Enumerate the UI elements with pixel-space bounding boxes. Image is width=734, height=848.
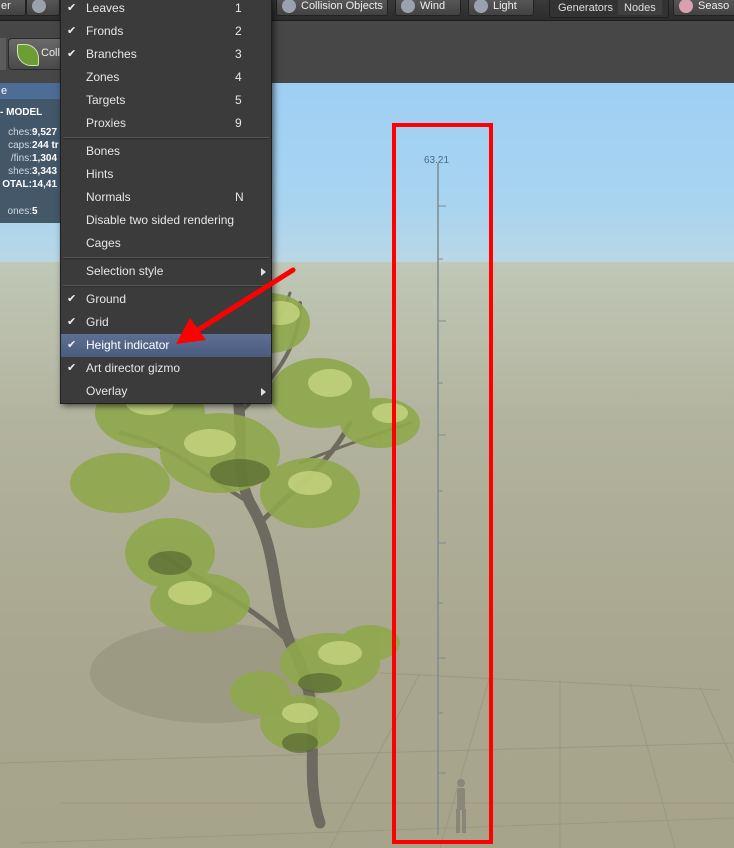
annotation-arrow (176, 267, 296, 344)
